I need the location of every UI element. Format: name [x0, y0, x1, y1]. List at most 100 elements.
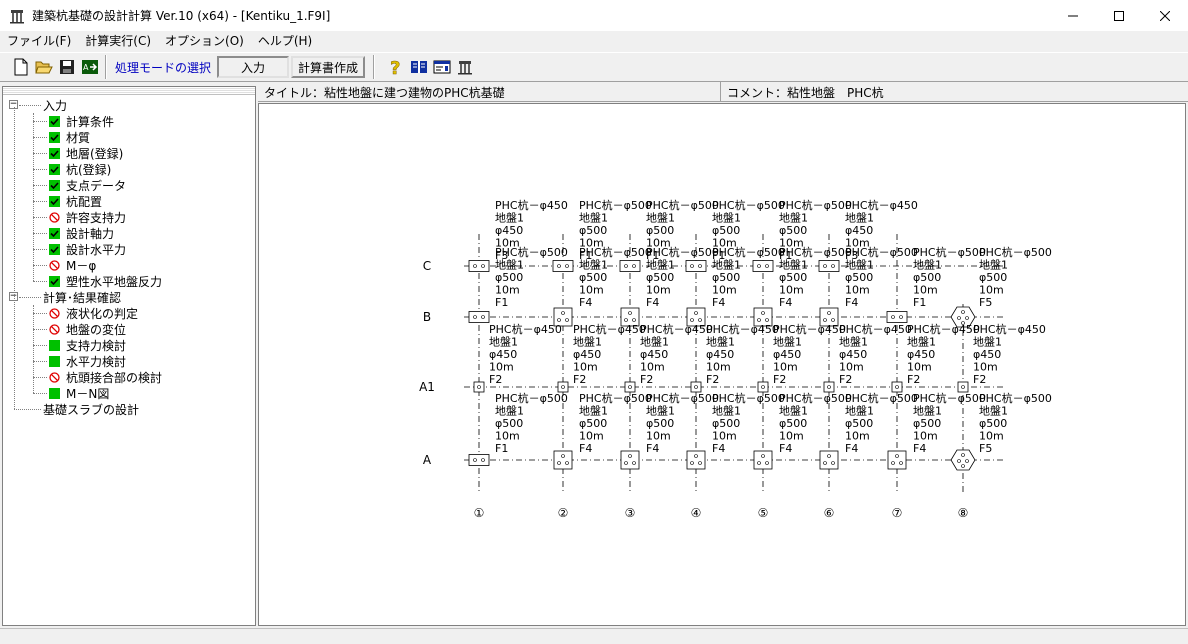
pile-spec-label: 10m: [640, 361, 665, 374]
pile-footing[interactable]: [887, 450, 907, 470]
pile-footing[interactable]: [819, 450, 839, 470]
pile-plan-canvas[interactable]: C B A1 A ① ② ③ ④ ⑤ ⑥ ⑦ ⑧ PHC杭－φ450 地盤1 φ450 10m F3 PHC杭－φ…: [258, 103, 1186, 626]
open-folder-button[interactable]: [33, 56, 55, 78]
tree-item[interactable]: 塑性水平地盤反力: [3, 273, 253, 289]
pile-spec-label: 10m: [646, 284, 671, 297]
tree-item[interactable]: 杭(登録): [3, 161, 253, 177]
maximize-button[interactable]: [1096, 0, 1142, 31]
tree-connector: [33, 201, 47, 202]
pile-spec-label: φ450: [640, 348, 668, 361]
minimize-button[interactable]: [1050, 0, 1096, 31]
tree-connector: [33, 345, 47, 346]
pile-spec-label: PHC杭－φ500: [712, 391, 785, 405]
tree-item[interactable]: 支持力検討: [3, 337, 253, 353]
tree-item[interactable]: 計算条件: [3, 113, 253, 129]
mode-select-label: 処理モードの選択: [115, 60, 212, 75]
pile-footing[interactable]: [619, 260, 641, 272]
pile-spec-label: φ500: [495, 271, 523, 284]
pile-spec-label: 10m: [907, 361, 932, 374]
pile-spec-label: F4: [646, 442, 659, 455]
pile-footing[interactable]: [823, 381, 835, 393]
pile-spec-label: F4: [579, 442, 592, 455]
save-button[interactable]: [56, 56, 78, 78]
pile-footing[interactable]: [468, 260, 490, 272]
pile-spec-label: 地盤1: [646, 259, 675, 272]
pile-spec-label: PHC杭－φ500: [646, 198, 719, 212]
pile-spec-label: 地盤1: [845, 259, 874, 272]
building-button[interactable]: [454, 56, 476, 78]
tree-item[interactable]: 設計水平力: [3, 241, 253, 257]
tree-item[interactable]: 杭頭接合部の検討: [3, 369, 253, 385]
tree-connector: [33, 361, 47, 362]
pile-footing[interactable]: [886, 311, 908, 323]
pile-footing[interactable]: [690, 381, 702, 393]
menu-file[interactable]: ファイル(F): [0, 31, 78, 51]
tree-item[interactable]: 材質: [3, 129, 253, 145]
book-button[interactable]: [408, 56, 430, 78]
tree-item[interactable]: 杭配置: [3, 193, 253, 209]
pile-footing[interactable]: [620, 450, 640, 470]
tree-item[interactable]: 液状化の判定: [3, 305, 253, 321]
row-axis-label: C: [423, 259, 431, 273]
pile-footing[interactable]: [553, 450, 573, 470]
tree-group[interactable]: − 入力: [3, 97, 253, 113]
pile-footing[interactable]: [957, 381, 969, 393]
pile-footing[interactable]: [624, 381, 636, 393]
tree-item[interactable]: 支点データ: [3, 177, 253, 193]
pile-footing[interactable]: [685, 260, 707, 272]
export-button[interactable]: A: [79, 56, 101, 78]
menu-options[interactable]: オプション(O): [158, 31, 251, 51]
menu-help[interactable]: ヘルプ(H): [251, 31, 319, 51]
pile-footing[interactable]: [753, 450, 773, 470]
book-icon: [411, 61, 428, 73]
pile-spec-label: PHC杭－φ450: [706, 322, 779, 336]
tree-group[interactable]: 基礎スラブの設計: [3, 401, 253, 417]
pile-spec-label: φ500: [845, 417, 873, 430]
help-button[interactable]: ?: [385, 56, 407, 78]
pile-footing[interactable]: [757, 381, 769, 393]
tree-item[interactable]: 水平力検討: [3, 353, 253, 369]
pile-footing[interactable]: [891, 381, 903, 393]
mode-report-button[interactable]: 計算書作成: [291, 56, 366, 78]
tree-connector: [33, 249, 47, 250]
pile-footing[interactable]: [752, 260, 774, 272]
pile-spec-label: F5: [979, 296, 992, 309]
maximize-icon: [1114, 10, 1124, 21]
pile-footing[interactable]: [552, 260, 574, 272]
pile-footing[interactable]: [950, 449, 976, 471]
info-bar: タイトル：粘性地盤に建つ建物のPHC杭基礎 コメント：粘性地盤 PHC杭: [258, 82, 1188, 102]
tree-connector: [19, 297, 41, 298]
pile-spec-label: 10m: [495, 284, 520, 297]
tree-item[interactable]: 設計軸力: [3, 225, 253, 241]
pile-spec-label: F5: [979, 442, 992, 455]
pile-footing[interactable]: [686, 450, 706, 470]
tree-item[interactable]: 地盤の変位: [3, 321, 253, 337]
menu-calc-run[interactable]: 計算実行(C): [78, 31, 158, 51]
pile-spec-label: φ500: [779, 224, 807, 237]
pile-spec-label: φ500: [646, 417, 674, 430]
tree-group[interactable]: − 計算･結果確認: [3, 289, 253, 305]
open-folder-icon: [35, 61, 53, 74]
tree-item[interactable]: 許容支持力: [3, 209, 253, 225]
tree-item[interactable]: 地層(登録): [3, 145, 253, 161]
export-icon: A: [82, 60, 98, 74]
tree-item-label: 杭配置: [66, 194, 103, 209]
pile-footing[interactable]: [557, 381, 569, 393]
pile-spec-label: F4: [646, 296, 659, 309]
tree-item-label: 支持力検討: [66, 338, 127, 353]
tree-connector: [33, 217, 47, 218]
pile-spec-label: φ450: [973, 348, 1001, 361]
pile-spec-label: 10m: [839, 361, 864, 374]
pile-footing[interactable]: [818, 260, 840, 272]
pile-footing[interactable]: [473, 381, 485, 393]
tree-item[interactable]: M－φ: [3, 257, 253, 273]
tree-item[interactable]: M－N図: [3, 385, 253, 401]
new-file-button[interactable]: [10, 56, 32, 78]
mode-input-button[interactable]: 入力: [217, 56, 290, 78]
close-button[interactable]: [1142, 0, 1188, 31]
card-button[interactable]: [431, 56, 453, 78]
tree-header-strip: [3, 87, 255, 95]
pile-footing[interactable]: [468, 454, 490, 466]
card-icon: [433, 60, 451, 74]
pile-footing[interactable]: [468, 311, 490, 323]
